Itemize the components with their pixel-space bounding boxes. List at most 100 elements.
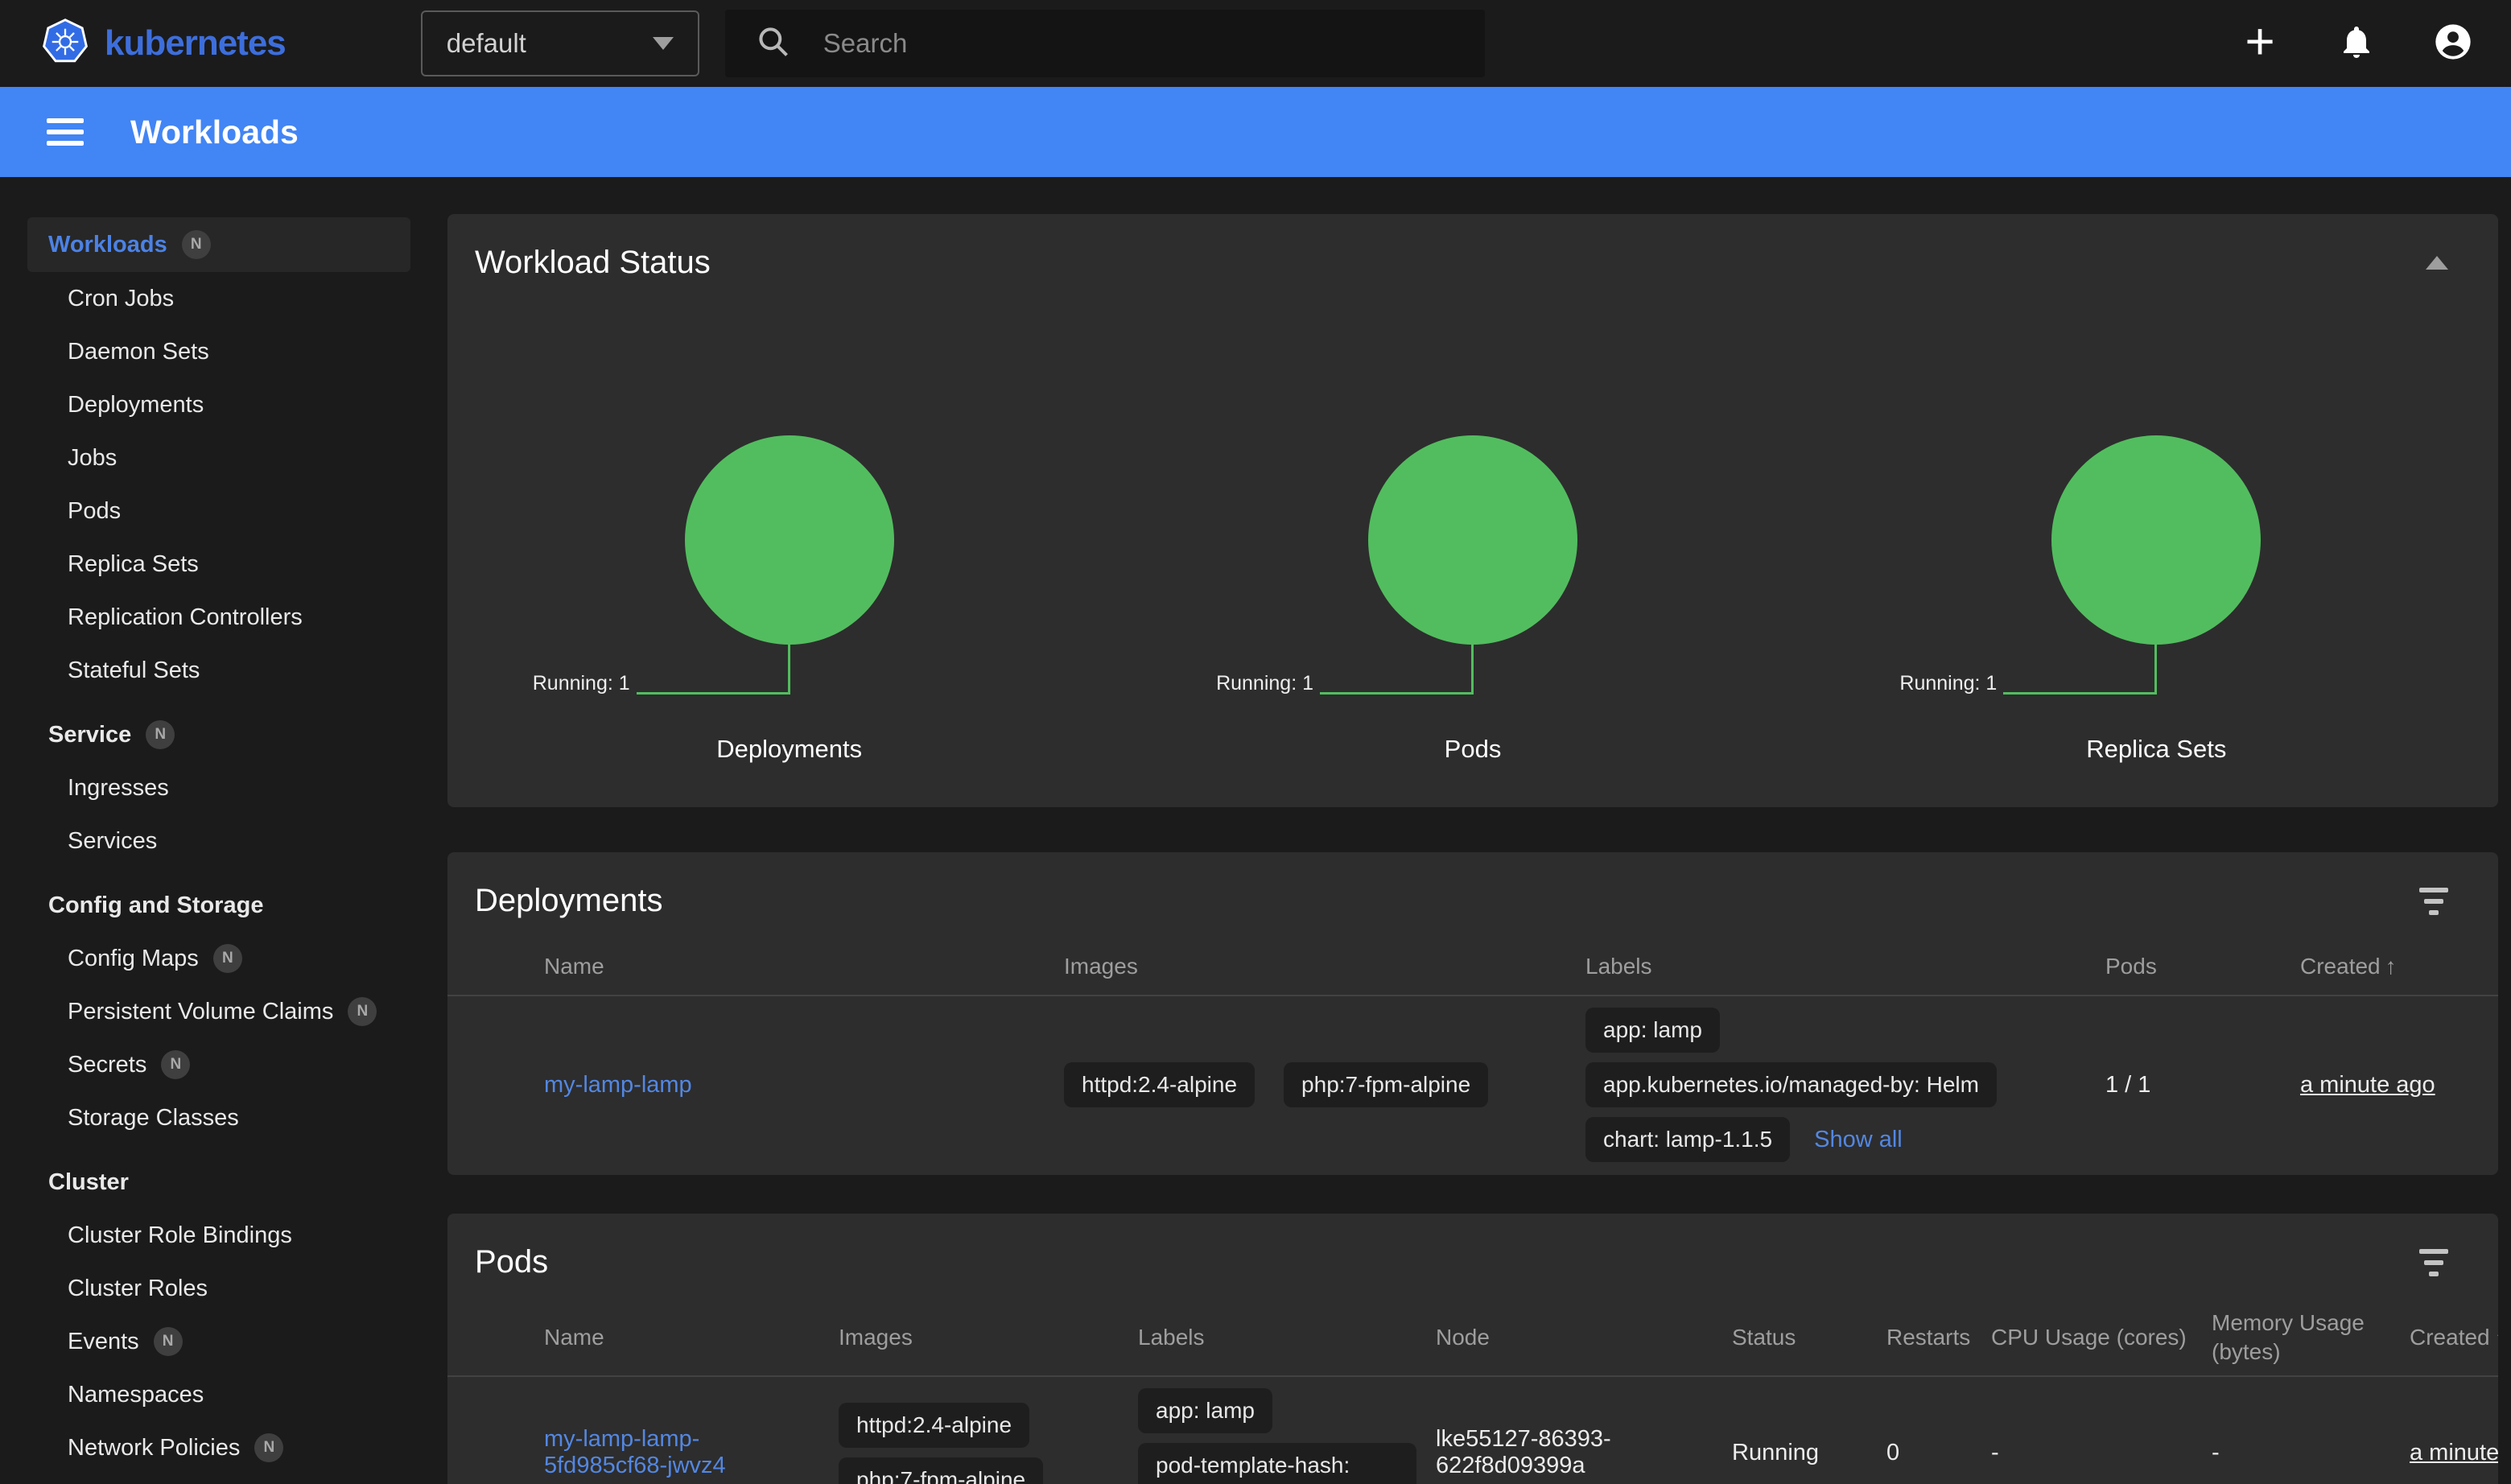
sidebar-item-deployments[interactable]: Deployments bbox=[27, 378, 410, 431]
search-bar[interactable] bbox=[725, 10, 1485, 77]
created-timestamp: a minute ago bbox=[2410, 1440, 2498, 1465]
collapse-icon[interactable] bbox=[2426, 256, 2448, 270]
pod-restarts: 0 bbox=[1886, 1440, 1991, 1466]
create-resource-button[interactable]: + bbox=[2237, 21, 2282, 66]
pie-callout-line bbox=[788, 643, 790, 695]
menu-icon[interactable] bbox=[47, 118, 84, 146]
workload-status-title: Workload Status bbox=[475, 245, 711, 281]
label-chip: app: lamp bbox=[1585, 1008, 1720, 1053]
sidebar-item-config-maps[interactable]: Config Maps N bbox=[27, 932, 410, 985]
sort-ascending-icon: ↑ bbox=[2495, 1325, 2498, 1350]
kubernetes-logo-icon bbox=[42, 19, 89, 69]
chevron-down-icon bbox=[653, 37, 674, 50]
sidebar-item-namespaces[interactable]: Namespaces bbox=[27, 1368, 410, 1421]
sidebar-item-secrets[interactable]: Secrets N bbox=[27, 1038, 410, 1091]
pie-slice-running[interactable] bbox=[2051, 435, 2261, 645]
column-header-name[interactable]: Name bbox=[544, 954, 1064, 979]
sidebar-item-daemon-sets[interactable]: Daemon Sets bbox=[27, 325, 410, 378]
search-icon bbox=[756, 24, 791, 64]
app-toolbar: Workloads bbox=[0, 87, 2511, 177]
sidebar-section-config-and-storage[interactable]: Config and Storage bbox=[27, 879, 410, 932]
namespaced-badge: N bbox=[254, 1433, 283, 1462]
column-header-created[interactable]: Created↑ bbox=[2300, 954, 2459, 979]
namespaced-badge: N bbox=[154, 1327, 183, 1356]
column-header-status[interactable]: Status bbox=[1732, 1323, 1886, 1352]
pod-name-link[interactable]: my-lamp-lamp-5fd985cf68-jwvz4 bbox=[544, 1426, 839, 1479]
label-chip: pod-template-hash: 5fd985cf68 bbox=[1138, 1443, 1416, 1484]
account-button[interactable] bbox=[2431, 21, 2476, 66]
namespaced-badge: N bbox=[146, 720, 175, 749]
pie-callout-line bbox=[2003, 692, 2156, 695]
search-input[interactable] bbox=[823, 28, 1454, 59]
sidebar-section-cluster[interactable]: Cluster bbox=[27, 1156, 410, 1209]
namespaced-badge: N bbox=[213, 944, 242, 973]
pie-chart-title: Pods bbox=[1131, 735, 1814, 764]
pie-callout-line bbox=[637, 692, 790, 695]
column-header-images[interactable]: Images bbox=[1064, 954, 1585, 979]
column-header-pods[interactable]: Pods bbox=[2105, 954, 2300, 979]
pie-chart-replica-sets: Running: 1 Replica Sets bbox=[1815, 300, 2498, 807]
column-header-created[interactable]: Created↑ bbox=[2410, 1323, 2498, 1352]
pie-callout-label: Running: 1 bbox=[533, 672, 630, 695]
main-content: Workload Status Running: 1 Deployments R… bbox=[418, 177, 2511, 1484]
sidebar-item-pods[interactable]: Pods bbox=[27, 484, 410, 538]
workload-status-charts: Running: 1 Deployments Running: 1 Pods R… bbox=[447, 300, 2498, 807]
pods-ratio: 1 / 1 bbox=[2105, 1072, 2300, 1099]
sidebar-item-ingresses[interactable]: Ingresses bbox=[27, 761, 410, 814]
sidebar-item-network-policies[interactable]: Network Policies N bbox=[27, 1421, 410, 1474]
sidebar-item-storage-classes[interactable]: Storage Classes bbox=[27, 1091, 410, 1144]
column-header-images[interactable]: Images bbox=[839, 1323, 1138, 1352]
sidebar-item-persistent-volume-claims[interactable]: Persistent Volume Claims N bbox=[27, 985, 410, 1038]
page-title: Workloads bbox=[130, 113, 299, 151]
column-header-node[interactable]: Node bbox=[1436, 1323, 1732, 1352]
deployment-name-link[interactable]: my-lamp-lamp bbox=[544, 1072, 711, 1099]
column-header-cpu-usage[interactable]: CPU Usage (cores) bbox=[1991, 1323, 2212, 1352]
pie-callout-line bbox=[1320, 692, 1473, 695]
pie-callout-label: Running: 1 bbox=[1216, 672, 1313, 695]
label-chip: app: lamp bbox=[1138, 1388, 1272, 1433]
pie-chart-deployments: Running: 1 Deployments bbox=[447, 300, 1131, 807]
sidebar-item-service[interactable]: Service N bbox=[27, 708, 410, 761]
notifications-button[interactable] bbox=[2334, 21, 2379, 66]
deployments-table-header: Name Images Labels Pods Created↑ bbox=[447, 938, 2498, 996]
sidebar-item-services[interactable]: Services bbox=[27, 814, 410, 868]
workload-status-card: Workload Status Running: 1 Deployments R… bbox=[447, 214, 2498, 807]
sidebar-item-workloads[interactable]: Workloads N bbox=[27, 217, 410, 272]
show-all-link[interactable]: Show all bbox=[1814, 1127, 1903, 1153]
sidebar: Workloads N Cron Jobs Daemon Sets Deploy… bbox=[0, 177, 418, 1484]
pods-table-header: Name Images Labels Node Status Restarts … bbox=[447, 1300, 2498, 1377]
sidebar-item-events[interactable]: Events N bbox=[27, 1315, 410, 1368]
column-header-name[interactable]: Name bbox=[544, 1323, 839, 1352]
sidebar-item-cluster-roles[interactable]: Cluster Roles bbox=[27, 1262, 410, 1315]
kubernetes-logo[interactable]: kubernetes bbox=[42, 19, 286, 69]
pod-cpu-usage: - bbox=[1991, 1440, 2212, 1466]
pod-status: Running bbox=[1732, 1440, 1886, 1466]
sidebar-item-replication-controllers[interactable]: Replication Controllers bbox=[27, 591, 410, 644]
column-header-restarts[interactable]: Restarts bbox=[1886, 1323, 1991, 1352]
filter-icon[interactable] bbox=[2419, 1249, 2448, 1276]
deployments-title: Deployments bbox=[475, 883, 662, 919]
sidebar-item-cron-jobs[interactable]: Cron Jobs bbox=[27, 272, 410, 325]
image-chip: httpd:2.4-alpine bbox=[839, 1403, 1029, 1448]
sidebar-item-jobs[interactable]: Jobs bbox=[27, 431, 410, 484]
column-header-memory-usage[interactable]: Memory Usage (bytes) bbox=[2212, 1309, 2410, 1367]
pod-memory-usage: - bbox=[2212, 1440, 2410, 1466]
header-actions: + bbox=[2237, 21, 2476, 66]
sidebar-item-stateful-sets[interactable]: Stateful Sets bbox=[27, 644, 410, 697]
sidebar-item-cluster-role-bindings[interactable]: Cluster Role Bindings bbox=[27, 1209, 410, 1262]
pie-slice-running[interactable] bbox=[1368, 435, 1577, 645]
table-row[interactable]: my-lamp-lamp httpd:2.4-alpine php:7-fpm-… bbox=[447, 996, 2498, 1175]
namespaced-badge: N bbox=[161, 1050, 190, 1079]
namespaced-badge: N bbox=[348, 997, 377, 1026]
column-header-labels[interactable]: Labels bbox=[1585, 954, 2105, 979]
pie-slice-running[interactable] bbox=[685, 435, 894, 645]
table-row[interactable]: my-lamp-lamp-5fd985cf68-jwvz4 httpd:2.4-… bbox=[447, 1377, 2498, 1484]
column-header-labels[interactable]: Labels bbox=[1138, 1323, 1436, 1352]
namespace-selector[interactable]: default bbox=[421, 10, 699, 76]
sidebar-item-replica-sets[interactable]: Replica Sets bbox=[27, 538, 410, 591]
filter-icon[interactable] bbox=[2419, 888, 2448, 915]
label-chip: app.kubernetes.io/managed-by: Helm bbox=[1585, 1062, 1997, 1107]
brand-wordmark: kubernetes bbox=[105, 23, 286, 64]
pods-title: Pods bbox=[475, 1244, 548, 1280]
namespace-value: default bbox=[447, 28, 526, 59]
